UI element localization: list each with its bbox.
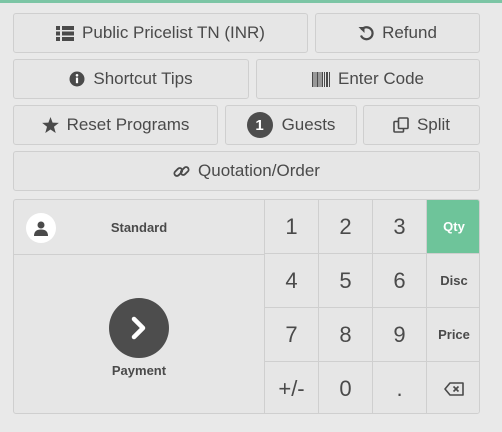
star-icon <box>41 117 59 133</box>
numpad-0[interactable]: 0 <box>318 362 372 413</box>
qty-mode-button[interactable]: Qty <box>426 200 479 254</box>
payment-circle <box>109 298 169 358</box>
link-icon <box>173 165 190 177</box>
guests-button[interactable]: 1 Guests <box>225 105 357 145</box>
guests-label: Guests <box>281 115 336 134</box>
numpad-5[interactable]: 5 <box>318 254 372 308</box>
copy-icon <box>393 117 409 133</box>
customer-button[interactable]: Standard <box>14 200 264 255</box>
price-mode-button[interactable]: Price <box>426 308 479 362</box>
barcode-icon <box>312 71 330 87</box>
plus-minus-button[interactable]: +/- <box>264 362 318 413</box>
enter-code-label: Enter Code <box>338 69 424 88</box>
pricelist-button[interactable]: Public Pricelist TN (INR) <box>13 13 308 53</box>
payment-button[interactable]: Payment <box>14 255 264 413</box>
enter-code-button[interactable]: Enter Code <box>256 59 480 99</box>
chevron-right-icon <box>131 316 146 340</box>
numpad-7[interactable]: 7 <box>264 308 318 362</box>
payment-label: Payment <box>111 363 167 378</box>
numpad-4[interactable]: 4 <box>264 254 318 308</box>
numpad-6[interactable]: 6 <box>372 254 426 308</box>
shortcut-tips-label: Shortcut Tips <box>93 69 193 88</box>
backspace-button[interactable] <box>426 362 479 413</box>
customer-name: Standard <box>110 220 168 235</box>
refund-button[interactable]: Refund <box>315 13 480 53</box>
split-label: Split <box>416 115 451 134</box>
undo-icon <box>358 26 374 41</box>
split-button[interactable]: Split <box>363 105 480 145</box>
refund-label: Refund <box>382 23 437 42</box>
numpad-8[interactable]: 8 <box>318 308 372 362</box>
shortcut-tips-button[interactable]: Shortcut Tips <box>13 59 249 99</box>
reset-programs-button[interactable]: Reset Programs <box>13 105 218 145</box>
list-icon <box>56 25 75 41</box>
quotation-order-label: Quotation/Order <box>198 161 320 180</box>
numpad-1[interactable]: 1 <box>264 200 318 254</box>
quotation-order-button[interactable]: Quotation/Order <box>13 151 480 191</box>
disc-mode-button[interactable]: Disc <box>426 254 479 308</box>
numpad-3[interactable]: 3 <box>372 200 426 254</box>
numpad-2[interactable]: 2 <box>318 200 372 254</box>
pricelist-label: Public Pricelist TN (INR) <box>82 23 265 42</box>
backspace-icon <box>444 381 464 396</box>
reset-programs-label: Reset Programs <box>66 115 190 134</box>
numpad-9[interactable]: 9 <box>372 308 426 362</box>
order-control-panel: Standard Payment 1 2 3 Qty 4 5 6 Disc 7 … <box>13 199 480 414</box>
top-accent-line <box>0 0 502 3</box>
guests-count-badge: 1 <box>246 112 273 138</box>
decimal-point-button[interactable]: . <box>372 362 426 413</box>
info-icon <box>69 71 85 87</box>
